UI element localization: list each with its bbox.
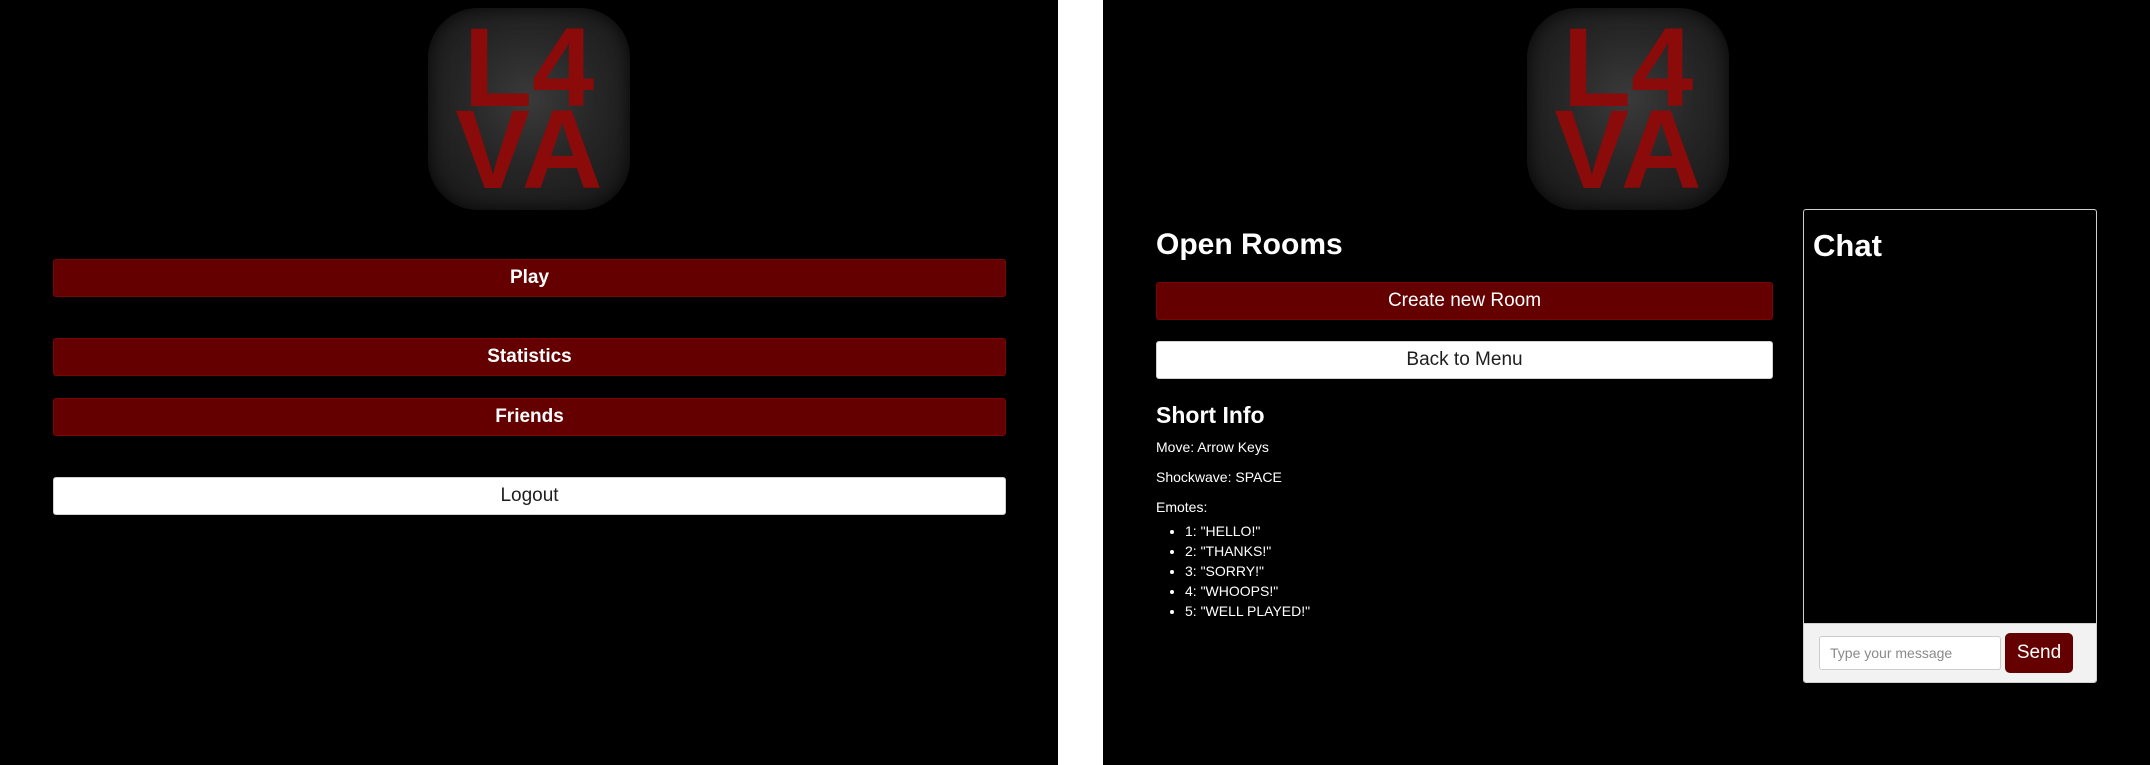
emote-item: 1: "HELLO!": [1185, 521, 1310, 541]
emote-item: 4: "WHOOPS!": [1185, 581, 1310, 601]
emote-list: 1: "HELLO!" 2: "THANKS!" 3: "SORRY!" 4: …: [1143, 521, 1310, 621]
shockwave-info: Shockwave: SPACE: [1156, 469, 1282, 485]
chat-message-input[interactable]: [1819, 636, 2001, 670]
lava-logo-graphic: L4 VA: [455, 8, 602, 210]
logo-text-bottom: VA: [1554, 87, 1701, 210]
open-rooms-title: Open Rooms: [1156, 228, 1343, 261]
emotes-label: Emotes:: [1156, 499, 1208, 515]
lava-logo-graphic: L4 VA: [1554, 8, 1701, 210]
chat-input-bar: Send: [1804, 623, 2096, 682]
chat-title: Chat: [1813, 228, 1882, 263]
chat-messages-area[interactable]: [1804, 280, 2096, 580]
logo-text-bottom: VA: [455, 87, 602, 210]
emote-item: 3: "SORRY!": [1185, 561, 1310, 581]
emote-item: 5: "WELL PLAYED!": [1185, 601, 1310, 621]
lava-logo: L4 VA: [1527, 8, 1729, 210]
emote-item: 2: "THANKS!": [1185, 541, 1310, 561]
lobby-screen: L4 VA Open Rooms Create new Room Back to…: [1103, 0, 2150, 765]
short-info-title: Short Info: [1156, 402, 1265, 428]
back-to-menu-button[interactable]: Back to Menu: [1156, 341, 1773, 379]
play-button[interactable]: Play: [53, 259, 1006, 297]
chat-panel: Chat Send: [1803, 209, 2097, 683]
friends-button[interactable]: Friends: [53, 398, 1006, 436]
move-info: Move: Arrow Keys: [1156, 439, 1269, 455]
logout-button[interactable]: Logout: [53, 477, 1006, 515]
lava-logo: L4 VA: [428, 8, 630, 210]
statistics-button[interactable]: Statistics: [53, 338, 1006, 376]
main-menu-screen: L4 VA Play Statistics Friends Logout: [0, 0, 1058, 765]
send-button[interactable]: Send: [2005, 633, 2073, 673]
create-room-button[interactable]: Create new Room: [1156, 282, 1773, 320]
